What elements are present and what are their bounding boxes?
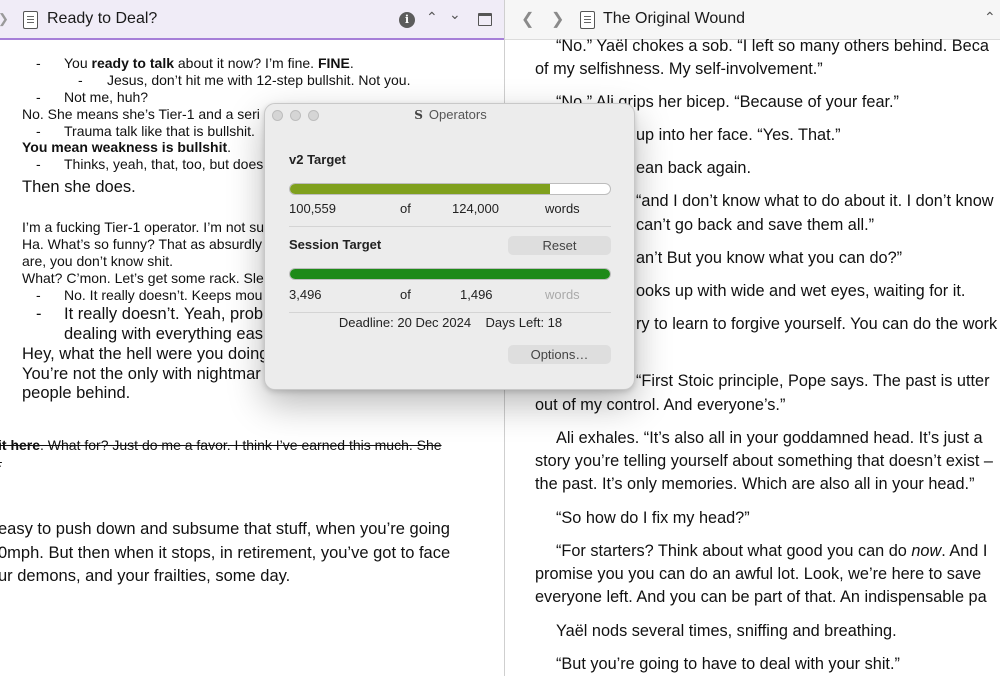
text-line: can’t go back and save them all.”	[636, 216, 875, 234]
operators-title: S Operators	[414, 107, 487, 122]
v2-current-words: 100,559	[289, 201, 336, 216]
chevron-up-icon[interactable]: ⌃	[426, 9, 438, 26]
forward-arrow-icon[interactable]: ❯	[551, 9, 564, 29]
chevron-right-icon[interactable]: ❯	[0, 11, 9, 27]
chevron-down-icon[interactable]: ⌄	[449, 6, 461, 23]
text-line: You mean weakness is bullshit.	[22, 139, 232, 155]
text-line: “So how do I fix my head?”	[556, 509, 750, 527]
v2-target-progress-bar	[289, 183, 611, 195]
session-words-label: words	[545, 287, 580, 302]
session-target-progress-bar	[289, 268, 611, 280]
session-target-label: Session Target	[289, 237, 382, 252]
text-line: - Jesus, don’t hit me with 12-step bullsh…	[78, 72, 411, 88]
v2-target-label: v2 Target	[289, 152, 346, 167]
v2-target-progress-fill	[290, 184, 550, 194]
text-line: - You ready to talk about it now? I’m fin…	[36, 55, 354, 71]
v2-target-words: 124,000	[452, 201, 499, 216]
split-view-icon[interactable]	[478, 13, 492, 26]
document-icon	[580, 11, 595, 29]
text-line: people behind.	[22, 384, 131, 402]
back-arrow-icon[interactable]: ❮	[521, 9, 534, 29]
text-line: 0mph. But then when it stops, in retirem…	[0, 544, 451, 562]
text-line: - Not me, huh?	[36, 89, 149, 105]
text-line: out of my control. And everyone’s.”	[535, 396, 786, 414]
text-line: No. She means she’s Tier-1 and a seri	[22, 106, 260, 122]
session-target-words: 1,496	[460, 287, 493, 302]
text-line: story you’re telling yourself about some…	[535, 452, 993, 470]
left-document-title[interactable]: Ready to Deal?	[47, 10, 157, 28]
text-line: “No.” Yaël chokes a sob. “I left so many…	[556, 37, 989, 55]
text-line: “First Stoic principle, Pope says. The p…	[636, 372, 990, 390]
text-line: - It really doesn’t. Yeah, prob	[36, 305, 264, 323]
text-line: promise you you can do an awful lot. Loo…	[535, 565, 982, 583]
text-line: You’re not the only with nightmar	[22, 365, 261, 383]
left-header-bar: ❯ Ready to Deal? i ⌃ ⌄	[0, 0, 504, 40]
text-line: up into her face. “Yes. That.”	[636, 126, 841, 144]
text-line: easy to push down and subsume that stuff…	[0, 520, 450, 538]
text-line: Then she does.	[22, 178, 136, 196]
text-line: ooks up with wide and wet eyes, waiting …	[636, 282, 966, 300]
deadline-info: Deadline: 20 Dec 2024 Days Left: 18	[338, 315, 563, 330]
text-line: everyone left. And you can be part of th…	[535, 588, 987, 606]
text-line: ean back again.	[636, 159, 751, 177]
text-line: “and I don’t know what to do about it. I…	[636, 192, 994, 210]
text-line: are, you don’t know shit.	[22, 253, 173, 269]
text-line: ur demons, and your frailties, some day.	[0, 567, 291, 585]
text-line: - Trauma talk like that is bullshit.	[36, 123, 255, 139]
v2-of-label: of	[400, 201, 411, 216]
separator	[289, 312, 611, 313]
text-line: an’t But you know what you can do?”	[636, 249, 903, 267]
text-line: Ali exhales. “It’s also all in your godd…	[556, 429, 983, 447]
scrivener-logo-icon: S	[414, 108, 423, 122]
reset-button[interactable]: Reset	[508, 236, 611, 255]
v2-words-label: words	[545, 201, 580, 216]
chevron-up-icon[interactable]: ⌃	[984, 9, 996, 26]
right-header-bar: ❮ ❯ The Original Wound ⌃	[505, 0, 1000, 40]
struck-text-line: it here. What for? Just do me a favor. I…	[0, 437, 442, 453]
text-line: What? C’mon. Let’s get some rack. Sle	[22, 270, 264, 286]
text-line: “For starters? Think about what good you…	[556, 542, 988, 560]
struck-text-line: .	[0, 454, 2, 470]
text-line: I’m a fucking Tier-1 operator. I’m not s…	[22, 219, 264, 235]
text-line: Ha. What’s so funny? That as absurdly	[22, 236, 262, 252]
right-document-title[interactable]: The Original Wound	[603, 10, 745, 28]
session-of-label: of	[400, 287, 411, 302]
text-line: the past. It’s only memories. Which are …	[535, 475, 975, 493]
text-line: - Thinks, yeah, that, too, but does	[36, 156, 264, 172]
text-line: Yaël nods several times, sniffing and br…	[556, 622, 897, 640]
operators-window[interactable]: S Operators v2 Target 100,559 of 124,000 …	[264, 103, 635, 390]
text-line: Hey, what the hell were you doing	[22, 345, 269, 363]
text-line: of my selfishness. My self-involvement.”	[535, 60, 823, 78]
operators-titlebar[interactable]: S Operators	[265, 104, 634, 126]
session-target-progress-fill	[290, 269, 610, 279]
text-line: - No. It really doesn’t. Keeps mou	[36, 287, 263, 303]
text-line: ry to learn to forgive yourself. You can…	[636, 315, 998, 333]
info-icon[interactable]: i	[399, 12, 415, 28]
text-line: dealing with everything eas	[64, 325, 264, 343]
text-line: “But you’re going to have to deal with y…	[556, 655, 900, 673]
session-current-words: 3,496	[289, 287, 322, 302]
separator	[289, 226, 611, 227]
options-button[interactable]: Options…	[508, 345, 611, 364]
document-icon	[23, 11, 38, 29]
